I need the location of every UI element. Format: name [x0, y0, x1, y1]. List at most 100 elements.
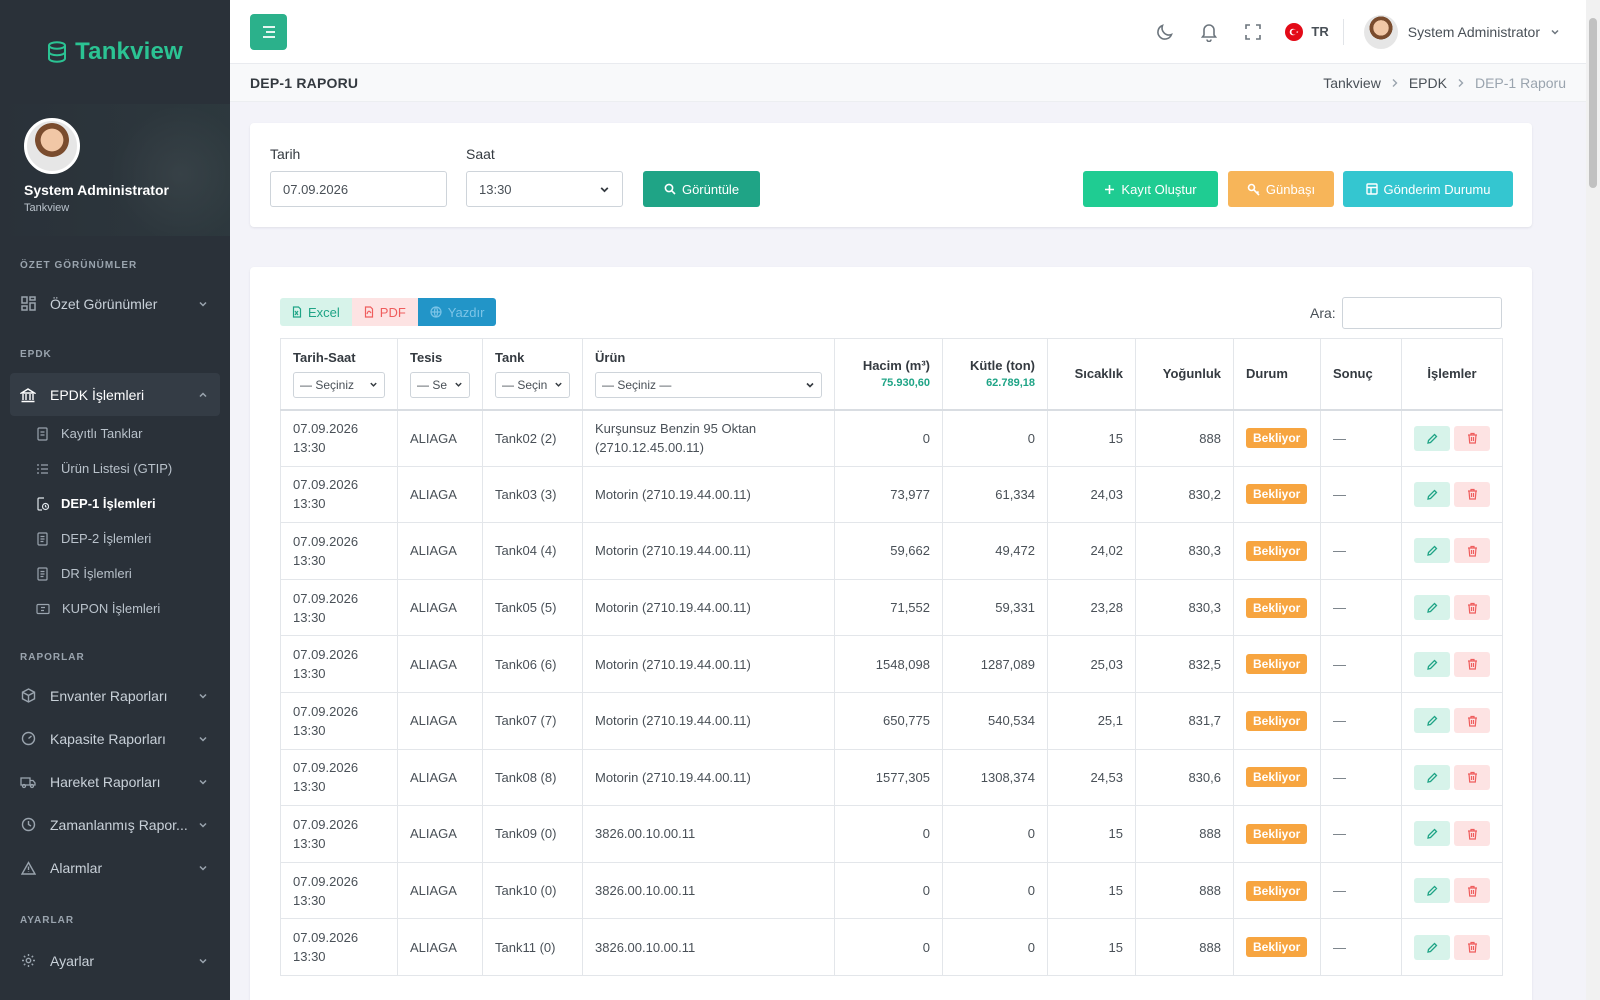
user-menu[interactable]: System Administrator — [1363, 14, 1560, 49]
cell-tank: Tank02 (2) — [482, 409, 583, 467]
tank-filter-select[interactable]: — Seçin — [495, 371, 570, 398]
print-button[interactable]: Yazdır — [417, 298, 497, 326]
sidebar-subitem-kupon-islemleri[interactable]: KUPON İşlemleri — [0, 591, 230, 626]
table-row: 07.09.2026 13:30 ALIAGA Tank08 (8) Motori… — [280, 748, 1503, 807]
delete-button[interactable] — [1454, 708, 1490, 734]
fullscreen-icon[interactable] — [1231, 23, 1275, 41]
bell-icon[interactable] — [1187, 22, 1231, 42]
delete-button[interactable] — [1454, 764, 1490, 790]
edit-button[interactable] — [1414, 708, 1450, 734]
filter-card: Tarih 07.09.2026 Saat 13:30 Görüntüle Ka… — [250, 123, 1532, 227]
column-header-hacim[interactable]: Hacim (m³) 75.930,60 — [834, 338, 943, 411]
edit-button[interactable] — [1414, 481, 1450, 507]
sidebar-subitem-dr-islemleri[interactable]: DR İşlemleri — [0, 556, 230, 591]
urun-filter-select[interactable]: — Seçiniz — — [595, 371, 822, 398]
cell-durum: Bekliyor — [1233, 465, 1321, 524]
sidebar-item-label: Özet Görünümler — [50, 295, 158, 312]
date-input[interactable]: 07.09.2026 — [270, 171, 447, 207]
column-header-datetime[interactable]: Tarih-Saat — Seçiniz — [280, 338, 398, 411]
column-header-yogunluk[interactable]: Yoğunluk — [1135, 338, 1234, 411]
view-button[interactable]: Görüntüle — [643, 171, 760, 207]
cell-tesis: ALIAGA — [397, 861, 483, 920]
sidebar-subitem-urun-listesi[interactable]: Ürün Listesi (GTIP) — [0, 451, 230, 486]
sidebar-item-envanter-raporlari[interactable]: Envanter Raporları — [10, 674, 220, 717]
column-header-tesis[interactable]: Tesis — Se — [397, 338, 483, 411]
cell-datetime: 07.09.2026 13:30 — [280, 918, 398, 976]
sidebar-item-ayarlar[interactable]: Ayarlar — [10, 939, 220, 982]
send-status-button[interactable]: Gönderim Durumu — [1343, 171, 1513, 207]
delete-button[interactable] — [1454, 651, 1490, 677]
cell-tesis: ALIAGA — [397, 918, 483, 976]
cell-tesis: ALIAGA — [397, 805, 483, 863]
edit-button[interactable] — [1414, 651, 1450, 677]
time-select[interactable]: 13:30 — [466, 171, 623, 207]
turkey-flag-icon — [1285, 22, 1304, 41]
bank-icon — [20, 387, 36, 403]
cell-sonuc: — — [1320, 522, 1402, 580]
sidebar-item-epdk-islemleri[interactable]: EPDK İşlemleri — [10, 373, 220, 416]
scrollbar-thumb[interactable] — [1589, 18, 1597, 188]
edit-button[interactable] — [1414, 821, 1450, 847]
edit-button[interactable] — [1414, 425, 1450, 451]
brand-logo[interactable]: Tankview — [0, 0, 230, 104]
tesis-filter-select[interactable]: — Se — [410, 371, 470, 398]
sidebar-subitem-dep2-islemleri[interactable]: DEP-2 İşlemleri — [0, 521, 230, 556]
language-selector[interactable]: TR — [1285, 22, 1329, 41]
delete-button[interactable] — [1454, 934, 1490, 960]
delete-button[interactable] — [1454, 878, 1490, 904]
excel-button[interactable]: Excel — [280, 298, 352, 326]
printer-icon — [430, 306, 442, 318]
sidebar-subitem-dep1-islemleri[interactable]: DEP-1 İşlemleri — [0, 486, 230, 521]
cell-tank: Tank03 (3) — [482, 465, 583, 524]
chevron-down-icon — [198, 296, 208, 312]
delete-button[interactable] — [1454, 425, 1490, 451]
chevron-down-icon — [198, 860, 208, 876]
sidebar-item-alarmlar[interactable]: Alarmlar — [10, 846, 220, 889]
trash-icon — [1467, 885, 1478, 897]
pdf-button[interactable]: PDF — [351, 298, 418, 326]
cell-sicaklik: 24,02 — [1047, 522, 1136, 580]
gunbasi-button[interactable]: Günbaşı — [1228, 171, 1334, 207]
pencil-icon — [1426, 885, 1438, 896]
chevron-down-icon — [805, 380, 815, 390]
delete-button[interactable] — [1454, 821, 1490, 847]
breadcrumb-item[interactable]: Tankview — [1323, 75, 1381, 91]
sidebar-item-zamanlanmis-raporlar[interactable]: Zamanlanmış Rapor... — [10, 803, 220, 846]
column-header-urun[interactable]: Ürün — Seçiniz — — [582, 338, 835, 411]
table-icon — [1365, 183, 1378, 195]
cell-yogunluk: 831,7 — [1135, 691, 1234, 750]
cell-datetime: 07.09.2026 13:30 — [280, 748, 398, 807]
delete-button[interactable] — [1454, 538, 1490, 564]
menu-toggle-button[interactable] — [250, 13, 287, 50]
datetime-filter-select[interactable]: — Seçiniz — [293, 371, 385, 398]
sidebar: Tankview System Administrator Tankview Ö… — [0, 0, 230, 1000]
delete-button[interactable] — [1454, 595, 1490, 621]
avatar[interactable] — [24, 118, 80, 174]
edit-button[interactable] — [1414, 934, 1450, 960]
chevron-down-icon — [599, 184, 610, 195]
column-header-sonuc[interactable]: Sonuç — [1320, 338, 1402, 411]
sidebar-item-kapasite-raporlari[interactable]: Kapasite Raporları — [10, 717, 220, 760]
avatar — [1363, 14, 1398, 49]
delete-button[interactable] — [1454, 481, 1490, 507]
sidebar-item-hareket-raporlari[interactable]: Hareket Raporları — [10, 760, 220, 803]
edit-button[interactable] — [1414, 538, 1450, 564]
page-scrollbar[interactable] — [1586, 0, 1600, 1000]
table-search-input[interactable] — [1342, 297, 1502, 329]
chevron-down-icon — [198, 817, 208, 833]
edit-button[interactable] — [1414, 595, 1450, 621]
column-header-kutle[interactable]: Kütle (ton) 62.789,18 — [942, 338, 1048, 411]
cell-sonuc: — — [1320, 805, 1402, 863]
column-header-sicaklik[interactable]: Sıcaklık — [1047, 338, 1136, 411]
sidebar-item-ozet-gorunumler[interactable]: Özet Görünümler — [10, 282, 220, 325]
column-header-durum[interactable]: Durum — [1233, 338, 1321, 411]
edit-button[interactable] — [1414, 878, 1450, 904]
edit-button[interactable] — [1414, 764, 1450, 790]
sidebar-subitem-kayitli-tanklar[interactable]: Kayıtlı Tanklar — [0, 416, 230, 451]
breadcrumb-item[interactable]: EPDK — [1409, 75, 1447, 91]
column-header-tank[interactable]: Tank — Seçin — [482, 338, 583, 411]
search-label: Ara: — [1310, 305, 1336, 321]
moon-icon[interactable] — [1143, 22, 1187, 42]
create-record-button[interactable]: Kayıt Oluştur — [1083, 171, 1218, 207]
gear-icon — [20, 953, 36, 969]
